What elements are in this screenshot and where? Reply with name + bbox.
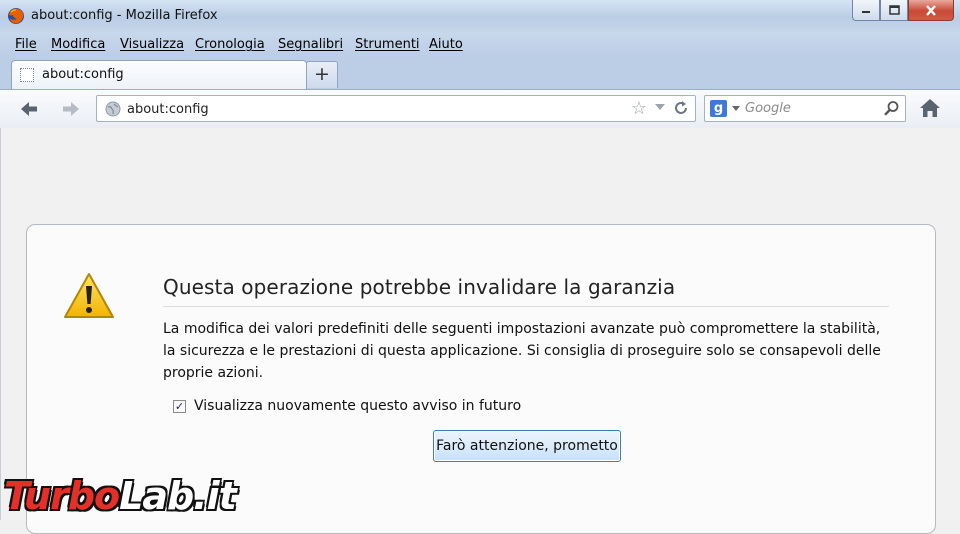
close-icon	[926, 4, 936, 16]
close-button[interactable]	[908, 0, 954, 21]
maximize-button[interactable]	[880, 0, 908, 21]
home-icon[interactable]	[918, 97, 942, 119]
watermark-part2: Lab.it	[119, 474, 237, 518]
menu-item-strumenti[interactable]: Strumenti	[355, 37, 420, 52]
tab-label: about:config	[42, 67, 124, 82]
menu-item-modifica[interactable]: Modifica	[51, 37, 105, 52]
menu-item-aiuto[interactable]: Aiuto	[429, 37, 463, 52]
back-arrow-icon[interactable]	[18, 98, 40, 120]
globe-icon	[105, 101, 121, 117]
url-bar[interactable]: about:config ☆	[96, 95, 696, 122]
menu-item-file[interactable]: File	[15, 37, 37, 52]
warning-icon	[64, 273, 114, 318]
watermark-part1: Turbo	[4, 474, 120, 518]
show-warning-checkbox[interactable]: ✓	[173, 399, 186, 413]
tab-about-config[interactable]: about:config	[11, 60, 307, 90]
minimize-icon	[862, 11, 870, 13]
minimize-button[interactable]	[852, 0, 880, 21]
search-engine-dropdown-icon[interactable]	[732, 106, 740, 111]
menu-item-visualizza[interactable]: Visualizza	[120, 37, 184, 52]
search-icon[interactable]	[883, 100, 900, 117]
title-bar[interactable]: about:config - Mozilla Firefox	[0, 0, 960, 33]
search-bar[interactable]: g	[704, 95, 906, 122]
blank-page-icon	[20, 68, 34, 82]
page-content: Questa operazione potrebbe invalidare la…	[0, 128, 960, 534]
menu-bar: File Modifica Visualizza Cronologia Segn…	[0, 32, 960, 56]
reload-icon[interactable]	[673, 100, 689, 116]
firefox-logo-icon	[8, 8, 24, 24]
turbolab-watermark-logo: TurboLab.it	[4, 474, 237, 518]
new-tab-button[interactable]: +	[306, 61, 338, 88]
menu-item-segnalibri[interactable]: Segnalibri	[278, 37, 343, 52]
warning-description: La modifica dei valori predefiniti delle…	[163, 321, 881, 381]
google-engine-icon[interactable]: g	[710, 100, 727, 117]
maximize-icon	[888, 5, 900, 15]
url-history-dropdown-icon[interactable]	[655, 104, 665, 110]
url-text[interactable]: about:config	[127, 102, 209, 117]
show-warning-option[interactable]: ✓ Visualizza nuovamente questo avviso in…	[173, 397, 521, 415]
forward-arrow-icon[interactable]	[60, 98, 82, 120]
bookmark-star-icon[interactable]: ☆	[631, 98, 647, 119]
accept-risk-button[interactable]: Farò attenzione, prometto	[433, 430, 621, 462]
window-title: about:config - Mozilla Firefox	[31, 8, 218, 23]
search-input[interactable]	[745, 99, 875, 118]
navigation-toolbar: about:config ☆ g	[0, 89, 960, 129]
tab-strip: about:config +	[0, 56, 960, 90]
warning-heading: Questa operazione potrebbe invalidare la…	[163, 275, 889, 307]
window-controls	[852, 0, 954, 22]
menu-item-cronologia[interactable]: Cronologia	[195, 37, 265, 52]
show-warning-label[interactable]: Visualizza nuovamente questo avviso in f…	[194, 398, 521, 414]
